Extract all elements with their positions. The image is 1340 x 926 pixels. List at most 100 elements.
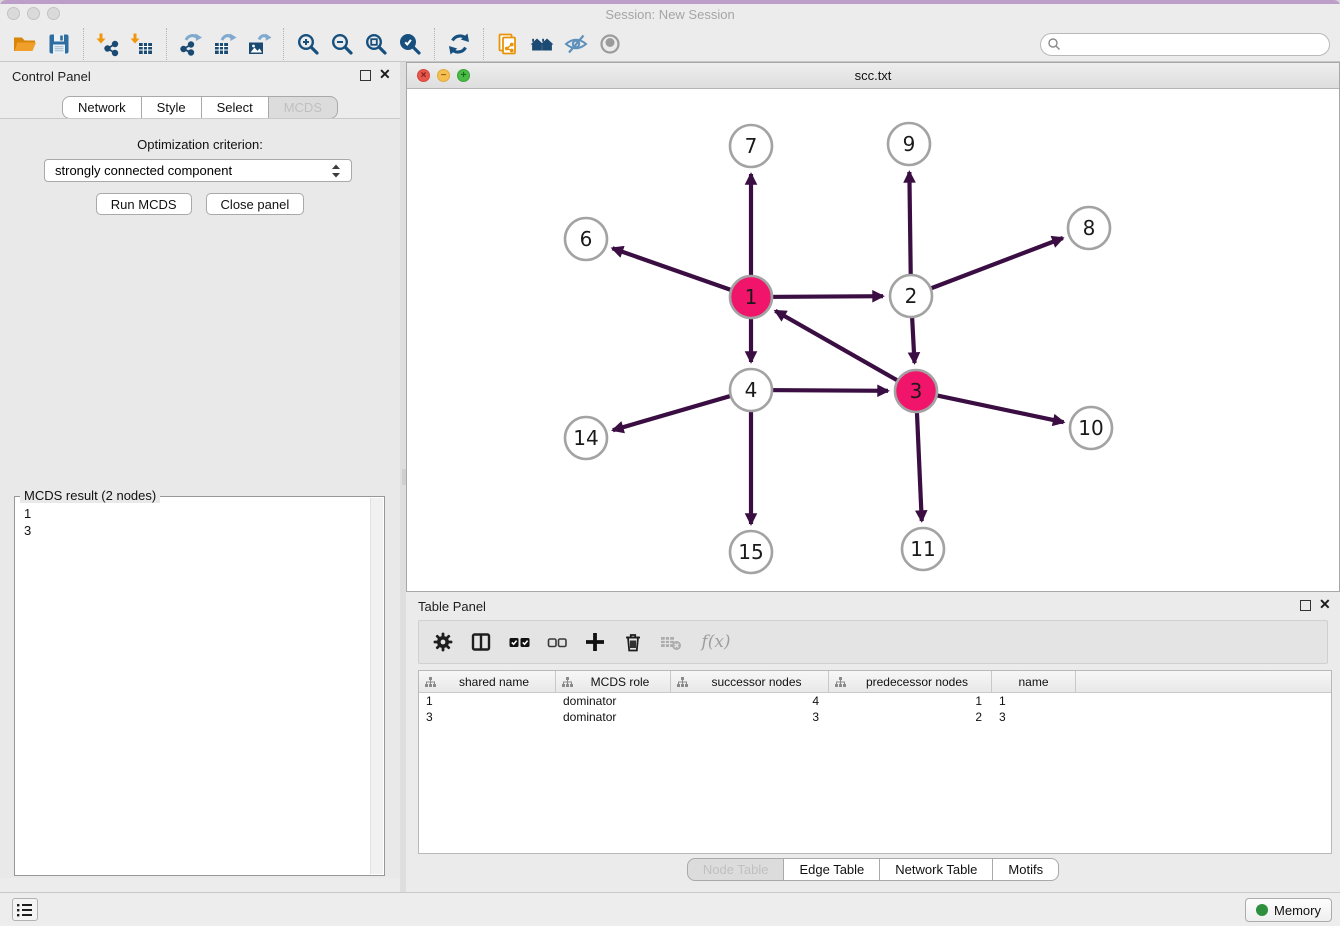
- float-panel-icon[interactable]: [360, 70, 371, 81]
- float-panel-icon[interactable]: [1300, 600, 1311, 611]
- column-header-MCDS-role[interactable]: MCDS role: [556, 671, 671, 693]
- apply-function-button[interactable]: f(x): [695, 628, 737, 656]
- table-cell[interactable]: 1: [419, 693, 556, 709]
- graph-edge-3-10[interactable]: [926, 393, 1063, 422]
- tab-network-table[interactable]: Network Table: [880, 858, 993, 881]
- table-row[interactable]: 1dominator411: [419, 693, 1331, 709]
- tab-edge-table[interactable]: Edge Table: [784, 858, 880, 881]
- search-input[interactable]: [1040, 33, 1330, 56]
- graph-edge-4-14[interactable]: [613, 393, 741, 430]
- export-network-button[interactable]: [174, 29, 208, 59]
- mcds-result-line: 3: [24, 522, 370, 539]
- graph-node-label: 11: [910, 537, 935, 561]
- refresh-button[interactable]: [442, 29, 476, 59]
- column-header-label: MCDS role: [577, 675, 650, 689]
- deselect-all-icon: [544, 629, 570, 655]
- run-mcds-button[interactable]: Run MCDS: [96, 193, 192, 215]
- mcds-panel: Optimization criterion: strongly connect…: [0, 118, 400, 878]
- show-columns-button[interactable]: [467, 628, 495, 656]
- table-row[interactable]: 3dominator323: [419, 709, 1331, 725]
- tab-node-table[interactable]: Node Table: [687, 858, 785, 881]
- close-panel-icon[interactable]: ✕: [379, 66, 391, 83]
- zoom-out-button[interactable]: [325, 29, 359, 59]
- column-header-label: shared name: [445, 675, 529, 689]
- delete-table-button[interactable]: [657, 628, 685, 656]
- table-settings-button[interactable]: [429, 628, 457, 656]
- table-cell[interactable]: 4: [671, 693, 829, 709]
- table-cell[interactable]: 1: [829, 693, 992, 709]
- table-panel: Table Panel ✕: [406, 592, 1340, 892]
- node-table: shared name MCDS role successor nodesprede…: [418, 670, 1332, 854]
- mcds-result-list[interactable]: 1 3: [16, 498, 370, 874]
- show-all-button[interactable]: [593, 29, 627, 59]
- optimization-criterion-select[interactable]: strongly connected component: [44, 159, 352, 182]
- result-scrollbar[interactable]: [370, 498, 383, 874]
- mcds-buttons-row: Run MCDS Close panel: [0, 193, 400, 215]
- column-header-label: name: [1018, 675, 1048, 689]
- table-cell[interactable]: 3: [419, 709, 556, 725]
- table-header-row: shared name MCDS role successor nodesprede…: [419, 671, 1331, 693]
- table-cell[interactable]: 2: [829, 709, 992, 725]
- graph-edge-1-2[interactable]: [761, 296, 883, 297]
- hide-selected-button[interactable]: [559, 29, 593, 59]
- save-session-button[interactable]: [42, 29, 76, 59]
- tab-style[interactable]: Style: [142, 96, 202, 119]
- graph-node-label: 15: [738, 540, 763, 564]
- zoom-in-icon: [295, 31, 321, 57]
- graph-edge-1-6[interactable]: [612, 248, 741, 293]
- select-all-button[interactable]: [505, 628, 533, 656]
- close-panel-icon[interactable]: ✕: [1319, 596, 1331, 613]
- tab-network[interactable]: Network: [62, 96, 142, 119]
- home-button[interactable]: [525, 29, 559, 59]
- close-panel-button[interactable]: Close panel: [206, 193, 305, 215]
- memory-button[interactable]: Memory: [1245, 898, 1332, 922]
- v-splitter-handle[interactable]: [402, 469, 406, 485]
- import-table-button[interactable]: [125, 29, 159, 59]
- graph-edge-2-9[interactable]: [909, 172, 910, 286]
- zoom-selected-button[interactable]: [393, 29, 427, 59]
- zoom-in-button[interactable]: [291, 29, 325, 59]
- control-panel-title: Control Panel: [12, 69, 91, 84]
- table-cell[interactable]: dominator: [556, 709, 671, 725]
- column-header-name[interactable]: name: [992, 671, 1076, 693]
- tab-motifs[interactable]: Motifs: [993, 858, 1059, 881]
- task-history-button[interactable]: [12, 898, 38, 921]
- copy-network-icon: [495, 31, 521, 57]
- column-header-successor-nodes[interactable]: successor nodes: [671, 671, 829, 693]
- table-cell[interactable]: 3: [992, 709, 1076, 725]
- graph-edge-3-11[interactable]: [916, 401, 921, 521]
- network-view-window: × − + scc.txt 1234678910111415: [406, 62, 1340, 592]
- table-cell[interactable]: 3: [671, 709, 829, 725]
- network-canvas[interactable]: 1234678910111415: [407, 89, 1339, 591]
- titlebar: Session: New Session: [0, 4, 1340, 28]
- open-session-button[interactable]: [8, 29, 42, 59]
- table-cell[interactable]: dominator: [556, 693, 671, 709]
- column-header-predecessor-nodes[interactable]: predecessor nodes: [829, 671, 992, 693]
- tab-mcds[interactable]: MCDS: [269, 96, 338, 119]
- export-table-button[interactable]: [208, 29, 242, 59]
- graph-node-label: 8: [1083, 216, 1096, 240]
- copy-network-button[interactable]: [491, 29, 525, 59]
- graph-edge-3-1[interactable]: [775, 311, 907, 386]
- import-table-icon: [129, 31, 155, 57]
- table-toolbar: f(x): [418, 620, 1328, 664]
- zoom-fit-button[interactable]: [359, 29, 393, 59]
- column-header-shared-name[interactable]: shared name: [419, 671, 556, 693]
- delete-column-button[interactable]: [619, 628, 647, 656]
- deselect-all-button[interactable]: [543, 628, 571, 656]
- graph-node-label: 1: [745, 285, 758, 309]
- app-window: Session: New Session: [0, 0, 1340, 926]
- memory-label: Memory: [1274, 903, 1321, 918]
- table-cell[interactable]: 1: [992, 693, 1076, 709]
- attribute-icon: [677, 677, 688, 688]
- search-field-wrap: [1040, 33, 1330, 56]
- graph-node-label: 3: [910, 379, 923, 403]
- delete-icon: [620, 629, 646, 655]
- import-network-button[interactable]: [91, 29, 125, 59]
- mcds-result-box: MCDS result (2 nodes) 1 3: [14, 496, 385, 876]
- add-column-button[interactable]: [581, 628, 609, 656]
- graph-edge-4-3[interactable]: [761, 390, 888, 391]
- tab-select[interactable]: Select: [202, 96, 269, 119]
- graph-edge-2-8[interactable]: [921, 238, 1063, 292]
- export-image-button[interactable]: [242, 29, 276, 59]
